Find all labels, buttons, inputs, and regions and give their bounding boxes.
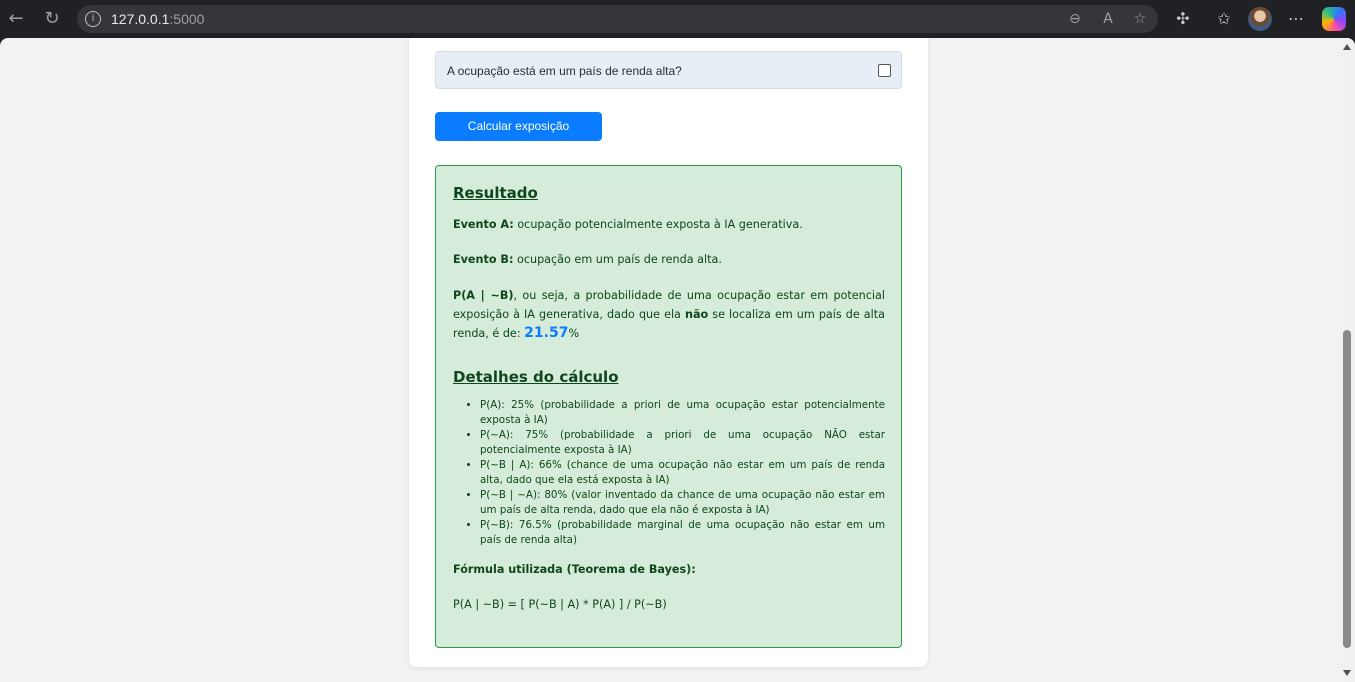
- reload-icon[interactable]: ↻: [42, 9, 62, 29]
- details-title: Detalhes do cálculo: [453, 368, 619, 386]
- scroll-down-icon[interactable]: [1343, 670, 1351, 676]
- event-b-text: ocupação em um país de renda alta.: [516, 253, 722, 266]
- favorites-icon[interactable]: ✩: [1214, 9, 1234, 29]
- event-a-text: ocupação potencialmente exposta à IA gen…: [517, 218, 803, 231]
- calculate-button[interactable]: Calcular exposição: [435, 112, 602, 141]
- prob-label: P(A | ~B): [453, 289, 514, 302]
- probability-statement: P(A | ~B), ou seja, a probabilidade de u…: [453, 286, 885, 343]
- main-card: A ocupação está em um país de renda alta…: [409, 38, 928, 667]
- probability-value: 21.57: [524, 325, 569, 341]
- browser-toolbar: ← ↻ i 127.0.0.1:5000 ⊖ A ☆ ✣ ✩ ⋯: [0, 0, 1355, 38]
- list-item: P(A): 25% (probabilidade a priori de uma…: [480, 398, 885, 428]
- list-item: P(~B | ~A): 80% (valor inventado da chan…: [480, 488, 885, 518]
- result-title: Resultado: [453, 184, 538, 202]
- zoom-icon[interactable]: ⊖: [1066, 10, 1084, 28]
- formula: P(A | ~B) = [ P(~B | A) * P(A) ] / P(~B): [453, 598, 667, 611]
- url-text[interactable]: 127.0.0.1:5000: [111, 11, 204, 27]
- scrollbar-thumb[interactable]: [1343, 330, 1351, 648]
- more-icon[interactable]: ⋯: [1286, 9, 1306, 29]
- event-a-label: Evento A:: [453, 218, 514, 231]
- high-income-checkbox[interactable]: [878, 64, 891, 77]
- prob-not: não: [684, 308, 709, 321]
- event-a: Evento A: ocupação potencialmente expost…: [453, 215, 885, 234]
- favorite-star-icon[interactable]: ☆: [1131, 10, 1149, 28]
- page-scrollbar[interactable]: [1339, 38, 1355, 682]
- formula-label: Fórmula utilizada (Teorema de Bayes):: [453, 563, 696, 576]
- address-bar[interactable]: i 127.0.0.1:5000 ⊖ A ☆: [77, 5, 1158, 33]
- probability-unit: %: [568, 327, 580, 340]
- event-b-label: Evento B:: [453, 253, 514, 266]
- copilot-icon[interactable]: [1322, 7, 1346, 31]
- high-income-question: A ocupação está em um país de renda alta…: [435, 51, 902, 89]
- read-aloud-icon[interactable]: A: [1099, 10, 1117, 28]
- profile-avatar[interactable]: [1248, 7, 1272, 31]
- list-item: P(~A): 75% (probabilidade a priori de um…: [480, 428, 885, 458]
- details-list: P(A): 25% (probabilidade a priori de uma…: [480, 398, 885, 548]
- question-label: A ocupação está em um país de renda alta…: [447, 64, 682, 78]
- back-icon[interactable]: ←: [6, 9, 26, 29]
- extensions-icon[interactable]: ✣: [1173, 9, 1193, 29]
- list-item: P(~B | A): 66% (chance de uma ocupação n…: [480, 458, 885, 488]
- site-info-icon[interactable]: i: [85, 11, 101, 27]
- scroll-up-icon[interactable]: [1343, 44, 1351, 50]
- result-panel: Resultado Evento A: ocupação potencialme…: [435, 165, 902, 648]
- page-viewport: A ocupação está em um país de renda alta…: [0, 38, 1355, 682]
- event-b: Evento B: ocupação em um país de renda a…: [453, 250, 885, 269]
- list-item: P(~B): 76.5% (probabilidade marginal de …: [480, 518, 885, 548]
